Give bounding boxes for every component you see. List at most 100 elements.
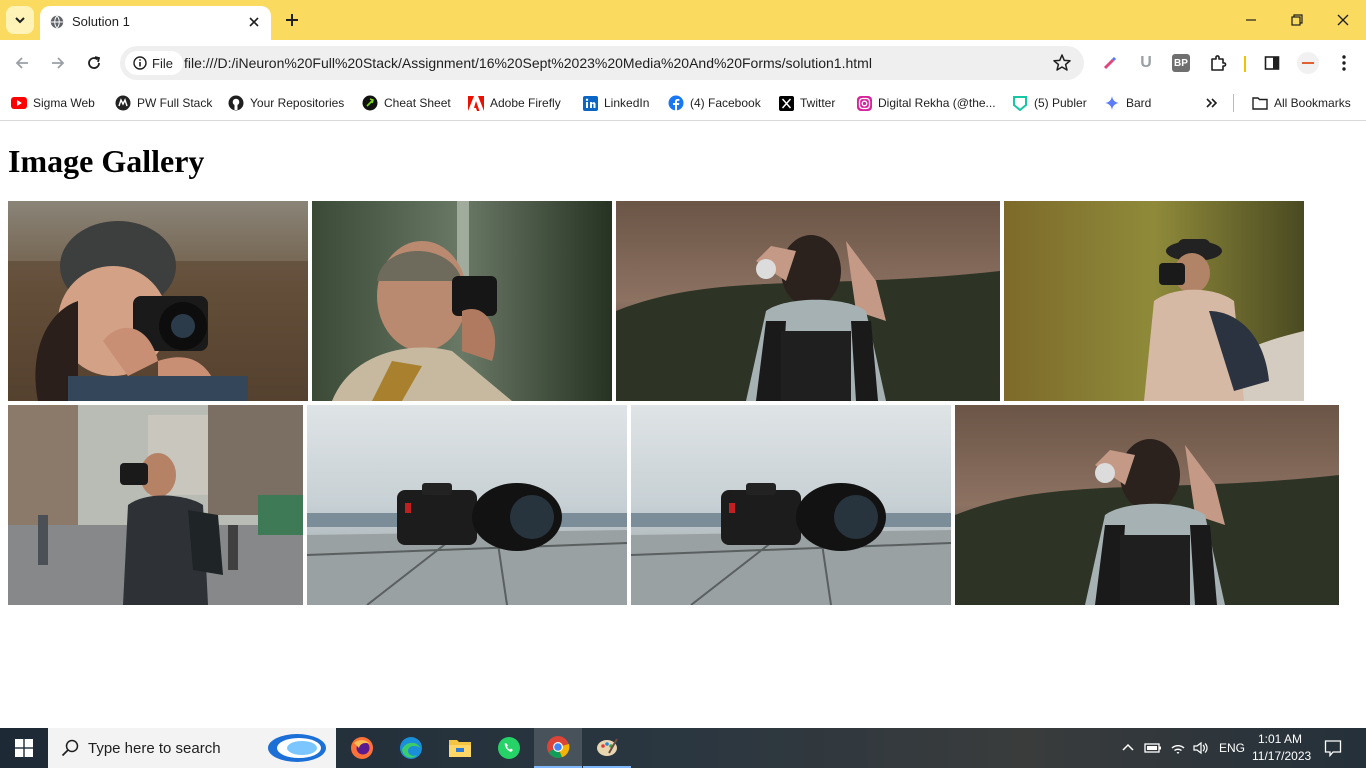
bookmark-label: Bard [1126, 96, 1152, 110]
search-placeholder: Type here to search [88, 740, 221, 757]
url-text[interactable]: file:///D:/iNeuron%20Full%20Stack/Assign… [184, 55, 872, 71]
github-icon [228, 95, 244, 111]
all-bookmarks-button[interactable]: All Bookmarks [1252, 93, 1351, 113]
globe-icon [50, 15, 64, 29]
reload-icon [88, 56, 101, 69]
bookmark-label: LinkedIn [604, 96, 650, 110]
extensions-puzzle-icon[interactable] [1208, 53, 1228, 73]
taskbar: Type here to search ENG 1:01 AM 11/17/20… [0, 728, 1366, 768]
windows-logo-icon [15, 739, 33, 757]
reload-button[interactable] [80, 49, 108, 77]
bookmark-label: Sigma Web [33, 96, 95, 110]
pw-icon [115, 95, 131, 111]
toolbar-divider [1244, 56, 1246, 72]
tab-strip: Solution 1 [0, 0, 1366, 40]
palette-icon [597, 738, 618, 756]
instagram-icon [856, 95, 872, 111]
plus-icon [286, 14, 298, 26]
gallery-image-man-in-hat [1004, 201, 1304, 401]
taskbar-search[interactable]: Type here to search [48, 728, 336, 768]
minimize-button[interactable] [1228, 0, 1274, 40]
arrow-right-icon [52, 57, 65, 69]
star-icon[interactable] [1052, 53, 1072, 73]
edge-icon [400, 737, 422, 759]
bookmarks-divider [1233, 94, 1234, 112]
forward-button[interactable] [44, 49, 72, 77]
bookmark-your-repositories[interactable]: Your Repositories [228, 93, 344, 113]
info-icon [133, 56, 147, 70]
x-icon [778, 95, 794, 111]
bookmark-digital-rekha[interactable]: Digital Rekha (@the... [856, 93, 996, 113]
battery-icon[interactable] [1144, 741, 1162, 755]
folder-icon [449, 740, 471, 757]
notification-icon[interactable] [1324, 739, 1342, 757]
close-window-button[interactable] [1320, 0, 1366, 40]
bookmarks-overflow-button[interactable] [1204, 93, 1220, 113]
chrome-app[interactable] [534, 728, 582, 768]
bookmark-sigma-web[interactable]: Sigma Web [11, 93, 95, 113]
address-bar[interactable]: File file:///D:/iNeuron%20Full%20Stack/A… [120, 46, 1084, 80]
close-icon [249, 17, 259, 27]
profile-avatar[interactable] [1297, 52, 1319, 74]
start-button[interactable] [0, 728, 48, 768]
pen-extension-icon[interactable] [1100, 53, 1120, 73]
bookmark-label: Adobe Firefly [490, 96, 561, 110]
linkedin-icon [582, 95, 598, 111]
gallery-image-camera-on-deck [631, 405, 951, 605]
clock-date[interactable]: 11/17/2023 [1252, 749, 1311, 763]
edge-app[interactable] [387, 728, 435, 768]
firefox-app[interactable] [338, 728, 386, 768]
paint-app[interactable] [583, 728, 631, 768]
all-bookmarks-label: All Bookmarks [1274, 96, 1351, 110]
facebook-icon [668, 95, 684, 111]
chrome-icon [547, 736, 570, 758]
bookmarks-bar: Sigma Web PW Full Stack Your Repositorie… [0, 86, 1366, 121]
bookmark-publer[interactable]: (5) Publer [1012, 93, 1087, 113]
minimize-icon [1246, 19, 1256, 21]
tab-title: Solution 1 [72, 14, 130, 29]
tab-close-button[interactable] [245, 13, 263, 31]
site-info-chip[interactable]: File [125, 51, 183, 75]
search-highlight-icon [268, 734, 326, 762]
toolbar: File file:///D:/iNeuron%20Full%20Stack/A… [0, 40, 1366, 86]
bookmark-twitter[interactable]: Twitter [778, 93, 835, 113]
bookmark-pw-full-stack[interactable]: PW Full Stack [115, 93, 212, 113]
back-button[interactable] [8, 49, 36, 77]
search-icon [61, 739, 79, 757]
bookmark-facebook[interactable]: (4) Facebook [668, 93, 761, 113]
wifi-icon[interactable] [1170, 740, 1186, 756]
bookmark-bard[interactable]: Bard [1104, 93, 1151, 113]
chevron-up-icon[interactable] [1122, 742, 1134, 754]
volume-icon[interactable] [1192, 740, 1208, 756]
bard-icon [1104, 95, 1120, 111]
restore-icon [1291, 14, 1303, 26]
bookmark-adobe-firefly[interactable]: Adobe Firefly [468, 93, 561, 113]
folder-icon [1252, 95, 1268, 111]
u-extension-icon[interactable]: U [1136, 53, 1156, 73]
bookmark-label: (4) Facebook [690, 96, 761, 110]
side-panel-icon[interactable] [1262, 53, 1282, 73]
gallery-image-man-from-behind [955, 405, 1339, 605]
bookmark-cheat-sheet[interactable]: Cheat Sheet [362, 93, 451, 113]
new-tab-button[interactable] [280, 8, 304, 32]
file-explorer-app[interactable] [436, 728, 484, 768]
bookmark-label: Twitter [800, 96, 836, 110]
whatsapp-app[interactable] [485, 728, 533, 768]
bp-extension-icon[interactable]: BP [1172, 54, 1190, 72]
bookmark-label: PW Full Stack [137, 96, 213, 110]
bookmark-label: Cheat Sheet [384, 96, 451, 110]
gallery-image-camera-on-deck [307, 405, 627, 605]
page-title: Image Gallery [8, 143, 205, 179]
bookmark-linkedin[interactable]: LinkedIn [582, 93, 649, 113]
clock-time[interactable]: 1:01 AM [1258, 732, 1302, 746]
web-page: Image Gallery [0, 121, 1366, 728]
bookmark-label: Digital Rekha (@the... [878, 96, 996, 110]
arrow-left-icon [15, 57, 28, 69]
chevron-down-icon [15, 17, 25, 24]
tab-search-button[interactable] [6, 6, 34, 34]
tab-active[interactable]: Solution 1 [40, 6, 271, 40]
restore-button[interactable] [1274, 0, 1320, 40]
whatsapp-icon [498, 737, 520, 759]
menu-kebab-icon[interactable] [1334, 53, 1354, 73]
language-indicator[interactable]: ENG [1219, 741, 1245, 755]
